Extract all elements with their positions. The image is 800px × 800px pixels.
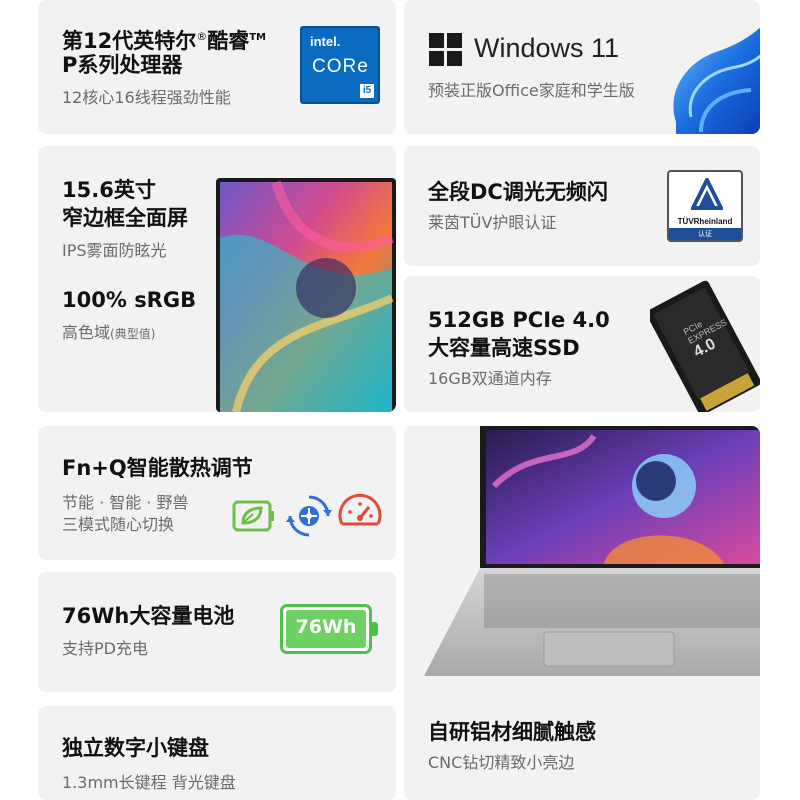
- display-title-line2: 窄边框全面屏: [62, 206, 188, 230]
- laptop-image: [424, 426, 760, 676]
- battery-badge: 76Wh: [280, 604, 378, 654]
- keyboard-card: 独立数字小键盘 1.3mm长键程 背光键盘: [38, 706, 396, 800]
- display-subtitle: IPS雾面防眩光: [62, 241, 167, 260]
- tuv-label: TÜVRheinland: [677, 217, 733, 226]
- eyecare-subtitle: 莱茵TÜV护眼认证: [428, 213, 557, 232]
- tuv-foot: 认证: [669, 228, 741, 240]
- chassis-subtitle: CNC钻切精致小亮边: [428, 753, 575, 772]
- ssd-title-line1: 512GB PCIe 4.0: [428, 308, 610, 332]
- cpu-subtitle: 12核心16线程强劲性能: [62, 88, 231, 107]
- laptop-card: 自研铝材细腻触感 CNC钻切精致小亮边: [404, 426, 760, 800]
- battery-terminal: [372, 622, 378, 636]
- cpu-title-line2: P系列处理器: [62, 53, 183, 77]
- gamut-title: 100% sRGB: [62, 288, 197, 312]
- ssd-title-line2: 大容量高速SSD: [428, 336, 580, 360]
- intel-brand: intel.: [310, 34, 341, 49]
- smart-fan-cycle-icon: [286, 495, 332, 537]
- battery-capacity-label: 76Wh: [295, 616, 357, 638]
- tuv-triangle-icon: [691, 178, 723, 210]
- thermal-title: Fn+Q智能散热调节: [62, 456, 253, 480]
- keyboard-title: 独立数字小键盘: [62, 736, 209, 760]
- os-subtitle: 预装正版Office家庭和学生版: [428, 81, 635, 100]
- os-card: [404, 0, 760, 134]
- gamut-subtitle: 高色域(典型值): [62, 323, 156, 342]
- battery-title: 76Wh大容量电池: [62, 604, 235, 628]
- os-title: Windows 11: [474, 33, 620, 63]
- windows-logo-icon: [429, 33, 462, 66]
- beast-gauge-icon: [338, 493, 382, 526]
- core-label: CORe: [312, 56, 369, 77]
- ssd-card: 512GB PCIe 4.0 大容量高速SSD 16GB双通道内存 PCIe E…: [404, 276, 760, 412]
- display-card: 15.6英寸 窄边框全面屏 IPS雾面防眩光 100% sRGB 高色域(典型值…: [38, 146, 396, 412]
- eyecare-title: 全段DC调光无频闪: [428, 180, 608, 204]
- ssd-subtitle: 16GB双通道内存: [428, 369, 552, 388]
- thermal-subtitle-line1: 节能 · 智能 · 野兽: [62, 493, 189, 512]
- tuv-certificate-badge: TÜVRheinland 认证: [667, 170, 743, 242]
- windows-bloom-image: [673, 27, 760, 134]
- eco-battery-leaf-icon: [232, 500, 274, 532]
- battery-subtitle: 支持PD充电: [62, 639, 148, 658]
- keyboard-subtitle: 1.3mm长键程 背光键盘: [62, 773, 236, 792]
- intel-core-badge: intel. CORe i5: [300, 26, 380, 104]
- thermal-subtitle-line2: 三模式随心切换: [62, 515, 175, 534]
- chassis-title: 自研铝材细腻触感: [428, 720, 596, 744]
- display-wallpaper-image: [216, 178, 396, 412]
- display-title-line1: 15.6英寸: [62, 178, 156, 202]
- i5-label: i5: [360, 84, 374, 98]
